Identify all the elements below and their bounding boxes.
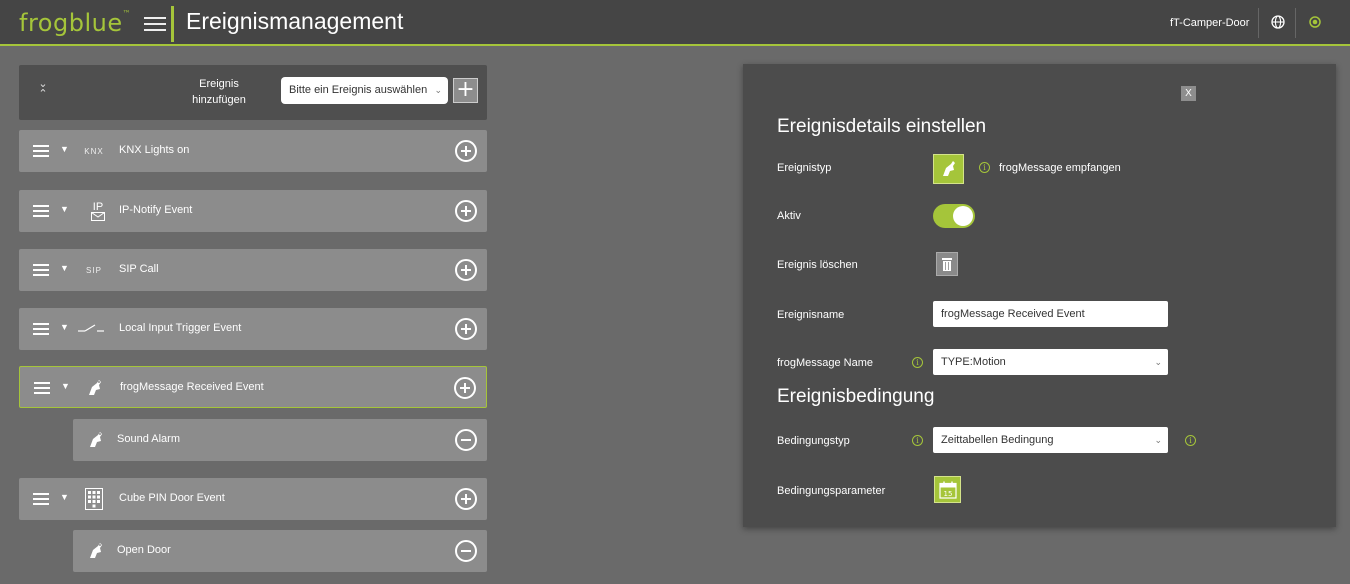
ip-notify-icon: IP <box>85 198 111 224</box>
header-divider <box>171 6 174 42</box>
event-type-value: frogMessage empfangen <box>999 162 1121 174</box>
info-icon[interactable]: i <box>912 357 923 368</box>
details-title: Ereignisdetails einstellen <box>777 116 987 137</box>
top-bar: frogblue™ Ereignismanagement fT-Camper-D… <box>0 0 1350 46</box>
add-action-button[interactable] <box>455 200 477 222</box>
page-title: Ereignismanagement <box>186 8 404 34</box>
drag-handle-icon[interactable] <box>33 205 49 217</box>
keypad-icon <box>81 486 107 512</box>
chevron-down-icon: ⌄ <box>1154 357 1162 367</box>
frogmessage-name-select[interactable]: TYPE:Motion ⌄ <box>933 349 1168 375</box>
remove-action-button[interactable] <box>455 540 477 562</box>
add-action-button[interactable] <box>455 259 477 281</box>
collapse-icon[interactable]: ⌄ ⌃ <box>36 79 50 105</box>
drag-handle-icon[interactable] <box>34 382 50 394</box>
event-row[interactable]: ▼ KNX KNX Lights on <box>19 130 487 172</box>
event-row-selected[interactable]: ▼ frogMessage Received Event <box>19 366 487 408</box>
event-label: KNX Lights on <box>119 144 190 156</box>
frogblue-logo[interactable]: frogblue™ <box>19 9 131 37</box>
event-label: frogMessage Received Event <box>120 381 264 393</box>
sip-icon: SIP <box>86 265 102 275</box>
event-label: Local Input Trigger Event <box>119 322 242 334</box>
add-event-label: Ereignis hinzufügen <box>192 78 246 106</box>
action-row[interactable]: Open Door <box>73 530 487 572</box>
frog-icon <box>82 375 108 401</box>
knx-icon: KNX <box>84 146 104 156</box>
event-details-panel: X Ereignisdetails einstellen Ereignistyp… <box>743 64 1336 527</box>
expand-icon[interactable]: ▼ <box>60 263 69 273</box>
chevron-down-icon: ⌄ <box>1154 435 1162 445</box>
add-action-button[interactable] <box>455 318 477 340</box>
event-row[interactable]: ▼ Cube PIN Door Event <box>19 478 487 520</box>
close-button[interactable]: X <box>1181 86 1196 101</box>
condition-title: Ereignisbedingung <box>777 386 935 407</box>
drag-handle-icon[interactable] <box>33 323 49 335</box>
add-action-button[interactable] <box>454 377 476 399</box>
add-event-panel: ⌄ ⌃ Ereignis hinzufügen Bitte ein Ereigni… <box>19 65 487 120</box>
frog-icon <box>83 538 109 564</box>
info-icon[interactable]: i <box>1185 435 1196 446</box>
add-event-button[interactable]: + <box>453 78 478 103</box>
event-type-label: Ereignistyp <box>777 162 832 174</box>
calendar-icon[interactable]: 15 <box>934 476 961 503</box>
frog-icon <box>933 154 964 184</box>
condition-param-label: Bedingungsparameter <box>777 485 886 497</box>
status-icon[interactable] <box>1305 12 1325 32</box>
info-icon[interactable]: i <box>979 162 990 173</box>
svg-text:15: 15 <box>943 490 952 498</box>
event-row[interactable]: ▼ Local Input Trigger Event <box>19 308 487 350</box>
add-action-button[interactable] <box>455 488 477 510</box>
action-label: Sound Alarm <box>117 433 180 445</box>
drag-handle-icon[interactable] <box>33 493 49 505</box>
event-row[interactable]: ▼ SIP SIP Call <box>19 249 487 291</box>
expand-icon[interactable]: ▼ <box>61 381 70 391</box>
delete-label: Ereignis löschen <box>777 259 858 271</box>
condition-type-select[interactable]: Zeittabellen Bedingung ⌄ <box>933 427 1168 453</box>
event-label: Cube PIN Door Event <box>119 492 225 504</box>
drag-handle-icon[interactable] <box>33 145 49 157</box>
active-label: Aktiv <box>777 210 801 222</box>
event-name-label: Ereignisname <box>777 309 845 321</box>
remove-action-button[interactable] <box>455 429 477 451</box>
trash-icon[interactable] <box>936 252 958 276</box>
event-label: IP-Notify Event <box>119 204 193 216</box>
info-icon[interactable]: i <box>912 435 923 446</box>
device-name: fT-Camper-Door <box>1170 17 1250 29</box>
switch-icon <box>78 316 104 342</box>
condition-type-label: Bedingungstyp <box>777 435 850 447</box>
event-row[interactable]: ▼ IP IP-Notify Event <box>19 190 487 232</box>
event-label: SIP Call <box>119 263 159 275</box>
event-name-input[interactable]: frogMessage Received Event <box>933 301 1168 327</box>
expand-icon[interactable]: ▼ <box>60 204 69 214</box>
frog-icon <box>83 427 109 453</box>
event-type-select[interactable]: Bitte ein Ereignis auswählen ⌄ <box>281 77 448 104</box>
expand-icon[interactable]: ▼ <box>60 144 69 154</box>
drag-handle-icon[interactable] <box>33 264 49 276</box>
add-action-button[interactable] <box>455 140 477 162</box>
globe-icon[interactable] <box>1268 12 1288 32</box>
expand-icon[interactable]: ▼ <box>60 322 69 332</box>
frogmessage-name-label: frogMessage Name <box>777 357 873 369</box>
menu-icon[interactable] <box>144 13 166 33</box>
action-row[interactable]: Sound Alarm <box>73 419 487 461</box>
chevron-down-icon: ⌄ <box>434 85 442 95</box>
action-label: Open Door <box>117 544 171 556</box>
active-toggle[interactable] <box>933 204 975 228</box>
expand-icon[interactable]: ▼ <box>60 492 69 502</box>
